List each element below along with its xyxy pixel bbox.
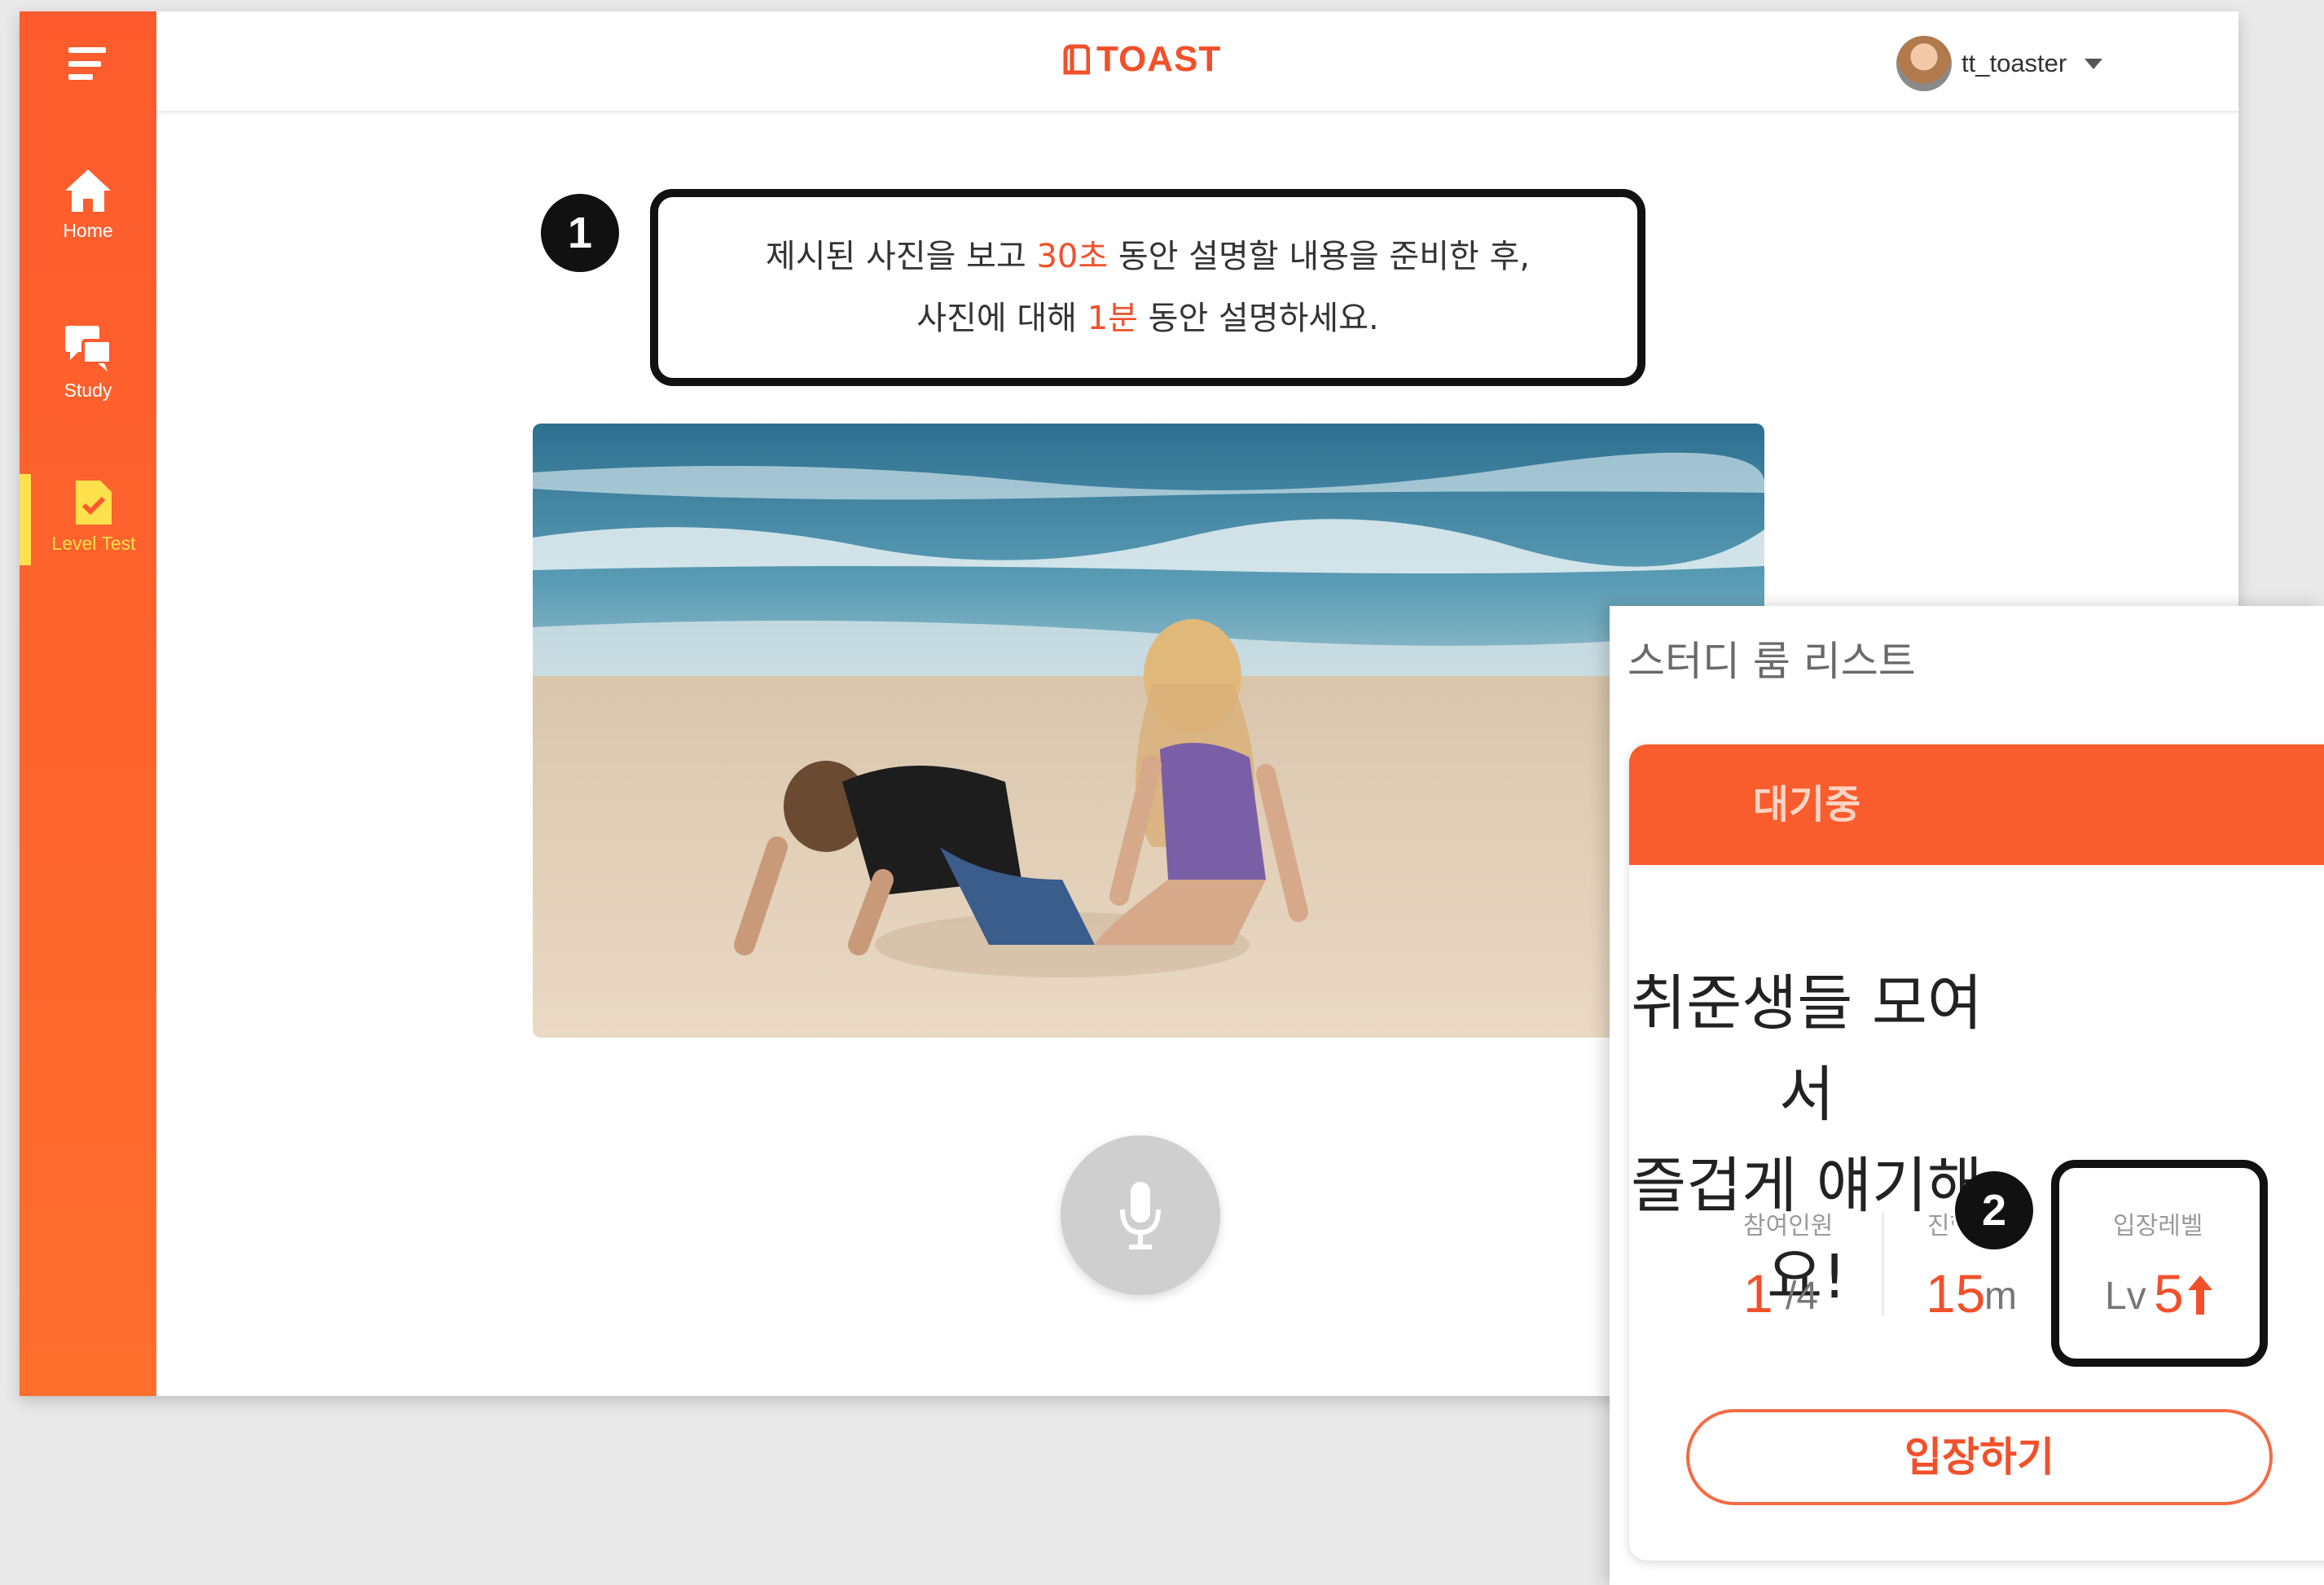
status-badge: 대기중 — [1752, 782, 1861, 828]
duration-label: 진행 — [1927, 1212, 1953, 1240]
beach-photo-illustration — [533, 424, 1764, 1038]
speak-time-highlight: 1분 — [1087, 300, 1138, 337]
user-menu[interactable]: tt_toaster — [1896, 36, 2103, 91]
instruction-line-2: 사진에 대해 1분 동안 설명하세요. — [916, 288, 1378, 349]
top-bar: TOAST tt_toaster — [156, 11, 2238, 112]
level-highlight-frame — [2051, 1160, 2268, 1367]
enter-room-button[interactable]: 입장하기 — [1686, 1409, 2273, 1505]
home-icon — [65, 169, 111, 212]
stat-divider — [1882, 1212, 1884, 1316]
duration-unit: m — [1984, 1275, 2017, 1318]
sidebar-item-home[interactable]: Home — [20, 166, 156, 242]
toast-logo-icon — [1063, 44, 1090, 75]
duration-value: 15 — [1926, 1263, 1986, 1324]
instruction-text: 사진에 대해 — [916, 300, 1087, 337]
username: tt_toaster — [1962, 49, 2067, 77]
sidebar-item-level-test[interactable]: Level Test — [31, 477, 156, 555]
chevron-down-icon[interactable] — [2085, 58, 2103, 69]
card-header: 대기중 — [1629, 744, 2324, 865]
microphone-button[interactable] — [1061, 1135, 1220, 1295]
participants-label: 참여인원 — [1743, 1212, 1834, 1240]
prep-time-highlight: 30초 — [1036, 238, 1109, 275]
sidebar: Home Study Level Test — [20, 11, 156, 1396]
participants-value: 1 — [1743, 1263, 1773, 1324]
sidebar-item-study[interactable]: Study — [20, 323, 156, 402]
chat-icon — [65, 326, 112, 371]
instruction-box: 제시된 사진을 보고 30초 동안 설명할 내용을 준비한 후, 사진에 대해 … — [650, 189, 1645, 386]
instruction-text: 동안 설명할 내용을 준비한 후, — [1108, 238, 1531, 275]
test-photo — [533, 424, 1764, 1038]
toast-logo[interactable]: TOAST — [1061, 39, 1221, 80]
instruction-text: 동안 설명하세요. — [1137, 300, 1379, 337]
sidebar-item-label: Study — [64, 380, 112, 401]
clipboard-check-icon — [76, 481, 112, 525]
logo-text: TOAST — [1096, 39, 1222, 79]
annotation-badge-2: 2 — [1955, 1171, 2033, 1249]
study-room-panel: 스터디 룸 리스트 대기중 취준생들 모여서 즐겁게 얘기해요! 참여인원 1 … — [1610, 606, 2324, 1585]
participants-max: /4 — [1786, 1275, 1819, 1318]
active-indicator — [20, 474, 31, 565]
sidebar-item-label: Level Test — [51, 533, 136, 554]
room-title-line: 취준생들 모여서 — [1630, 968, 1983, 1130]
microphone-icon — [1120, 1182, 1161, 1249]
hamburger-menu-icon[interactable] — [68, 47, 106, 80]
sidebar-item-label: Home — [63, 220, 113, 241]
avatar — [1896, 36, 1952, 91]
annotation-badge-1: 1 — [541, 194, 619, 272]
instruction-text: 제시된 사진을 보고 — [765, 238, 1037, 275]
instruction-line-1: 제시된 사진을 보고 30초 동안 설명할 내용을 준비한 후, — [766, 226, 1530, 288]
panel-title: 스터디 룸 리스트 — [1628, 638, 1916, 685]
